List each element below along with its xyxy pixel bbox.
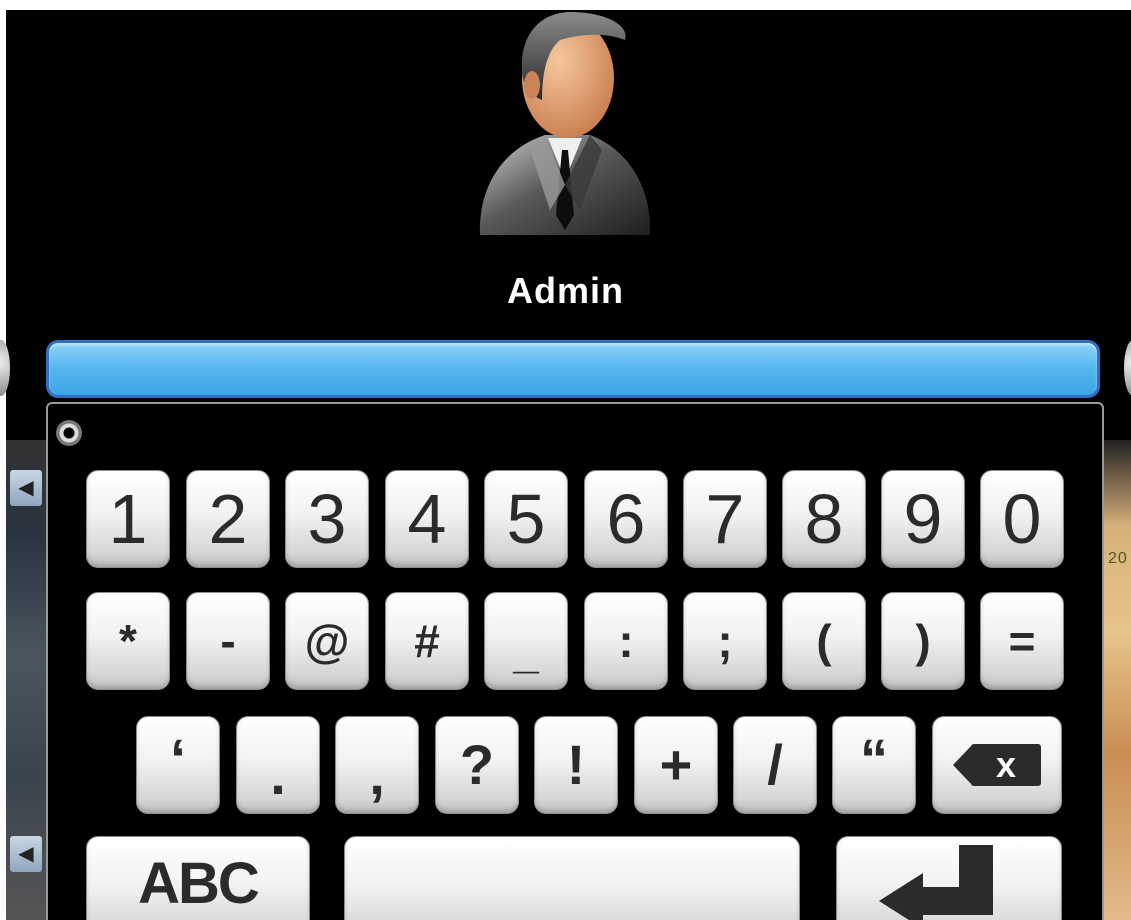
enter-icon	[879, 845, 1019, 920]
speaker-icon: ◀	[10, 470, 42, 506]
user-avatar-icon	[479, 12, 651, 235]
key-close-paren[interactable]: )	[881, 592, 965, 690]
key-minus[interactable]: -	[186, 592, 270, 690]
key-label: 6	[606, 480, 646, 558]
background-panel-right: 20	[1104, 440, 1131, 920]
key-label: #	[414, 615, 440, 667]
key-1[interactable]: 1	[86, 470, 170, 568]
key-label: .	[270, 743, 286, 806]
key-equals[interactable]: =	[980, 592, 1064, 690]
key-label: 0	[1002, 480, 1042, 558]
password-input[interactable]	[46, 340, 1100, 398]
abc-mode-button[interactable]: ABC	[86, 836, 310, 920]
key-6[interactable]: 6	[584, 470, 668, 568]
key-semicolon[interactable]: ;	[683, 592, 767, 690]
key-double-quote[interactable]: “	[832, 716, 916, 814]
key-2[interactable]: 2	[186, 470, 270, 568]
key-label: 9	[903, 480, 943, 558]
speaker-icon: ◀	[10, 836, 42, 872]
key-plus[interactable]: +	[634, 716, 718, 814]
key-label: 1	[108, 480, 148, 558]
key-label: /	[767, 733, 783, 796]
key-label: 8	[804, 480, 844, 558]
scroll-right-button[interactable]	[1124, 340, 1131, 396]
key-label: :	[618, 615, 634, 667]
key-label: -	[220, 615, 236, 667]
onscreen-keyboard: 1 2 3 4 5 6 7 8 9 0 * - @ # _ : ; ( ) = …	[46, 402, 1104, 920]
username-label: Admin	[507, 270, 624, 311]
key-period[interactable]: .	[236, 716, 320, 814]
key-label: 2	[208, 480, 248, 558]
key-exclamation[interactable]: !	[534, 716, 618, 814]
key-comma[interactable]: ,	[335, 716, 419, 814]
key-label: =	[1008, 615, 1036, 667]
key-single-quote[interactable]: ‘	[136, 716, 220, 814]
key-label: ABC	[138, 851, 260, 916]
key-label: ‘	[170, 727, 186, 790]
key-question[interactable]: ?	[435, 716, 519, 814]
key-label: 3	[307, 480, 347, 558]
key-open-paren[interactable]: (	[782, 592, 866, 690]
key-label: ;	[717, 615, 733, 667]
key-label: “	[860, 727, 888, 790]
background-year-text: 20	[1108, 550, 1128, 567]
key-label: ?	[459, 733, 495, 796]
key-label: (	[816, 615, 832, 667]
backspace-icon: x	[953, 744, 1041, 786]
backspace-label: x	[971, 744, 1041, 786]
key-underscore[interactable]: _	[484, 592, 568, 690]
backspace-button[interactable]: x	[932, 716, 1062, 814]
key-label: *	[119, 615, 137, 667]
key-4[interactable]: 4	[385, 470, 469, 568]
key-label: 5	[506, 480, 546, 558]
key-slash[interactable]: /	[733, 716, 817, 814]
key-label: 4	[407, 480, 447, 558]
key-8[interactable]: 8	[782, 470, 866, 568]
key-at[interactable]: @	[285, 592, 369, 690]
space-key[interactable]	[344, 836, 800, 920]
scroll-left-button[interactable]	[0, 340, 10, 396]
key-7[interactable]: 7	[683, 470, 767, 568]
login-screen: ◀ ◀ 20 Admin 1 2 3 4 5 6 7 8 9 0 * - @ #…	[0, 0, 1131, 920]
key-asterisk[interactable]: *	[86, 592, 170, 690]
key-label: !	[566, 733, 586, 796]
key-3[interactable]: 3	[285, 470, 369, 568]
key-5[interactable]: 5	[484, 470, 568, 568]
key-label: 7	[705, 480, 745, 558]
keyboard-settings-icon[interactable]	[56, 420, 82, 446]
key-9[interactable]: 9	[881, 470, 965, 568]
key-label: +	[659, 733, 693, 796]
key-label: @	[304, 615, 350, 667]
key-hash[interactable]: #	[385, 592, 469, 690]
photo-frame-top	[0, 0, 1131, 10]
key-label: ,	[369, 743, 385, 806]
key-label: _	[513, 626, 539, 678]
key-colon[interactable]: :	[584, 592, 668, 690]
background-panel-left: ◀ ◀	[6, 440, 46, 920]
key-0[interactable]: 0	[980, 470, 1064, 568]
key-label: )	[915, 615, 931, 667]
enter-button[interactable]	[836, 836, 1062, 920]
